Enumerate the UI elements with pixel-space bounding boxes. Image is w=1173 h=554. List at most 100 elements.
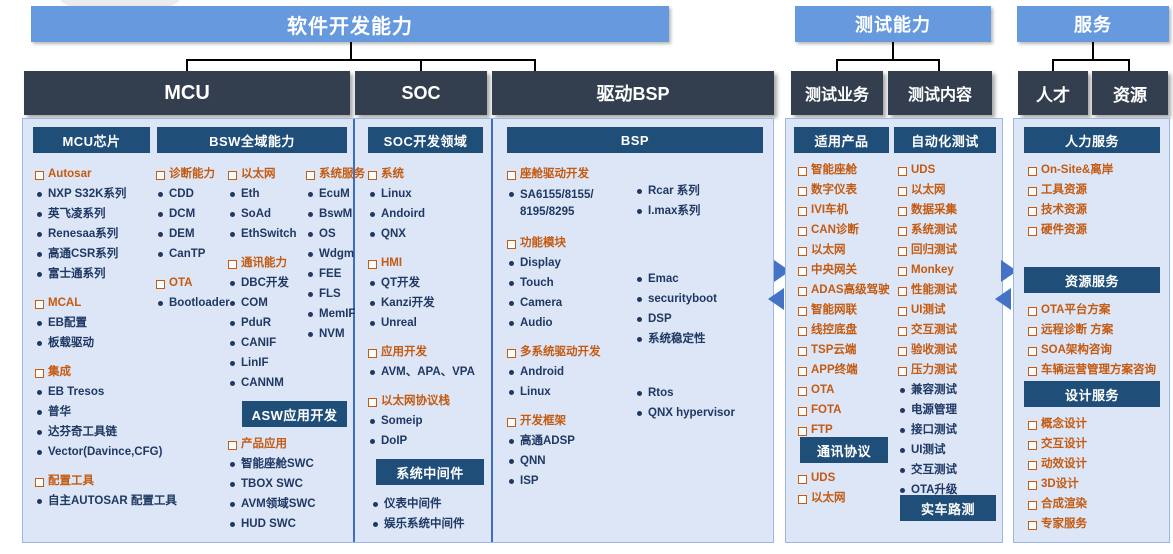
list-item[interactable]: NXP S32K系列 [35, 187, 155, 201]
list-item[interactable]: TBOX SWC [228, 477, 353, 491]
list-item[interactable]: 系统稳定性 [635, 332, 763, 346]
list-item[interactable]: 英飞凌系列 [35, 207, 155, 221]
list-group-heading[interactable]: 以太网协议栈 [368, 394, 488, 408]
list-group-heading[interactable]: 数据采集 [898, 203, 1000, 217]
list-group-heading[interactable]: 交互设计 [1028, 437, 1168, 451]
list-item[interactable]: 娱乐系统中间件 [371, 517, 489, 531]
list-group-heading[interactable]: IVI车机 [798, 203, 896, 217]
list-item[interactable]: Linux [368, 187, 488, 201]
list-item[interactable]: Android [507, 365, 627, 379]
list-group-heading[interactable]: 座舱驱动开发 [507, 167, 627, 181]
list-item[interactable]: DCM [156, 207, 228, 221]
list-group-heading[interactable]: 动效设计 [1028, 457, 1168, 471]
list-item[interactable]: 高通ADSP [507, 434, 627, 448]
list-group-heading[interactable]: 应用开发 [368, 345, 488, 359]
list-item[interactable]: 达芬奇工具链 [35, 425, 155, 439]
list-item[interactable]: QT开发 [368, 276, 488, 290]
list-item[interactable]: Emac [635, 272, 763, 286]
list-group-heading[interactable]: 诊断能力 [156, 167, 228, 181]
list-item[interactable]: 仪表中间件 [371, 497, 489, 511]
node-test-business[interactable]: 测试业务 [791, 71, 883, 115]
list-item[interactable]: Someip [368, 414, 488, 428]
list-group-heading[interactable]: 3D设计 [1028, 477, 1168, 491]
list-item[interactable]: CANNM [228, 376, 303, 390]
list-group-heading[interactable]: OTA [798, 383, 896, 397]
list-item[interactable]: 接口测试 [898, 423, 1000, 437]
list-group-heading[interactable]: 产品应用 [228, 437, 353, 451]
list-item[interactable]: UI测试 [898, 443, 1000, 457]
list-item[interactable]: Vector(Davince,CFG) [35, 445, 162, 459]
list-item[interactable]: QNX [368, 227, 488, 241]
list-group-heading[interactable]: ADAS高级驾驶 [798, 283, 896, 297]
list-group-heading[interactable]: Monkey [898, 263, 1000, 277]
list-group-heading[interactable]: 以太网 [228, 167, 303, 181]
list-group-heading[interactable]: CAN诊断 [798, 223, 896, 237]
list-group-heading[interactable]: 集成 [35, 365, 155, 379]
list-group-heading[interactable]: 系统服务 [306, 167, 376, 181]
list-item[interactable]: 电源管理 [898, 403, 1000, 417]
list-group-heading[interactable]: HMI [368, 256, 488, 270]
list-group-heading[interactable]: 车辆运营管理方案咨询 [1028, 363, 1170, 377]
list-item[interactable]: HUD SWC [228, 517, 353, 531]
list-group-heading[interactable]: 系统 [368, 167, 488, 181]
list-item[interactable]: Rcar 系列 [635, 184, 763, 198]
list-item[interactable]: Renesaa系列 [35, 227, 155, 241]
list-group-heading[interactable]: 以太网 [898, 183, 1000, 197]
list-group-heading[interactable]: Autosar [35, 167, 155, 181]
list-group-heading[interactable]: UDS [898, 163, 1000, 177]
list-group-heading[interactable]: 交互测试 [898, 323, 1000, 337]
list-group-heading[interactable]: On-Site&离岸 [1028, 163, 1168, 177]
list-group-heading[interactable]: 智能座舱 [798, 163, 896, 177]
list-item[interactable]: DBC开发 [228, 276, 303, 290]
list-item[interactable]: SA6155/8155/ 8195/8295 [507, 187, 627, 221]
list-item[interactable]: 智能座舱SWC [228, 457, 353, 471]
list-item[interactable]: COM [228, 296, 303, 310]
list-group-heading[interactable]: 中央网关 [798, 263, 896, 277]
list-item[interactable]: Rtos [635, 386, 763, 400]
list-group-heading[interactable]: 开发框架 [507, 414, 627, 428]
list-item[interactable]: EthSwitch [228, 227, 303, 241]
list-group-heading[interactable]: 以太网 [798, 243, 896, 257]
list-item[interactable]: AVM、APA、VPA [368, 365, 488, 379]
list-item[interactable]: NVM [306, 327, 376, 341]
list-item[interactable]: DoIP [368, 434, 488, 448]
list-group-heading[interactable]: 验收测试 [898, 343, 1000, 357]
list-group-heading[interactable]: SOA架构咨询 [1028, 343, 1170, 357]
list-group-heading[interactable]: 配置工具 [35, 474, 155, 488]
list-group-heading[interactable]: MCAL [35, 296, 155, 310]
list-group-heading[interactable]: 性能测试 [898, 283, 1000, 297]
node-test-content[interactable]: 测试内容 [888, 71, 992, 115]
list-item[interactable]: 自主AUTOSAR 配置工具 [35, 494, 177, 508]
list-item[interactable]: BswM [306, 207, 376, 221]
list-item[interactable]: Camera [507, 296, 627, 310]
list-group-heading[interactable]: FTP [798, 423, 896, 437]
list-group-heading[interactable]: UDS [798, 471, 896, 485]
list-group-heading[interactable]: 远程诊断 方案 [1028, 323, 1170, 337]
list-item[interactable]: Bootloader [156, 296, 230, 310]
list-group-heading[interactable]: 专家服务 [1028, 517, 1168, 531]
list-item[interactable]: MemIF [306, 307, 376, 321]
list-group-heading[interactable]: 功能模块 [507, 236, 627, 250]
list-item[interactable]: QNN [507, 454, 627, 468]
list-group-heading[interactable]: 概念设计 [1028, 417, 1168, 431]
list-item[interactable]: 交互测试 [898, 463, 1000, 477]
list-group-heading[interactable]: 数字仪表 [798, 183, 896, 197]
list-group-heading[interactable]: 以太网 [798, 491, 896, 505]
list-item[interactable]: Kanzi开发 [368, 296, 488, 310]
list-group-heading[interactable]: UI测试 [898, 303, 1000, 317]
list-item[interactable]: FLS [306, 287, 376, 301]
list-item[interactable]: FEE [306, 267, 376, 281]
list-item[interactable]: 普华 [35, 405, 155, 419]
list-group-heading[interactable]: 回归测试 [898, 243, 1000, 257]
node-resource[interactable]: 资源 [1092, 71, 1168, 115]
list-item[interactable]: Linux [507, 385, 627, 399]
list-item[interactable]: CanTP [156, 247, 228, 261]
list-group-heading[interactable]: OTA [156, 276, 228, 290]
list-item[interactable]: DEM [156, 227, 228, 241]
list-item[interactable]: securityboot [635, 292, 763, 306]
list-group-heading[interactable]: 系统测试 [898, 223, 1000, 237]
list-item[interactable]: 板载驱动 [35, 336, 155, 350]
list-item[interactable]: OTA升级 [898, 483, 1000, 497]
node-soc[interactable]: SOC [355, 71, 487, 115]
list-item[interactable]: Display [507, 256, 627, 270]
